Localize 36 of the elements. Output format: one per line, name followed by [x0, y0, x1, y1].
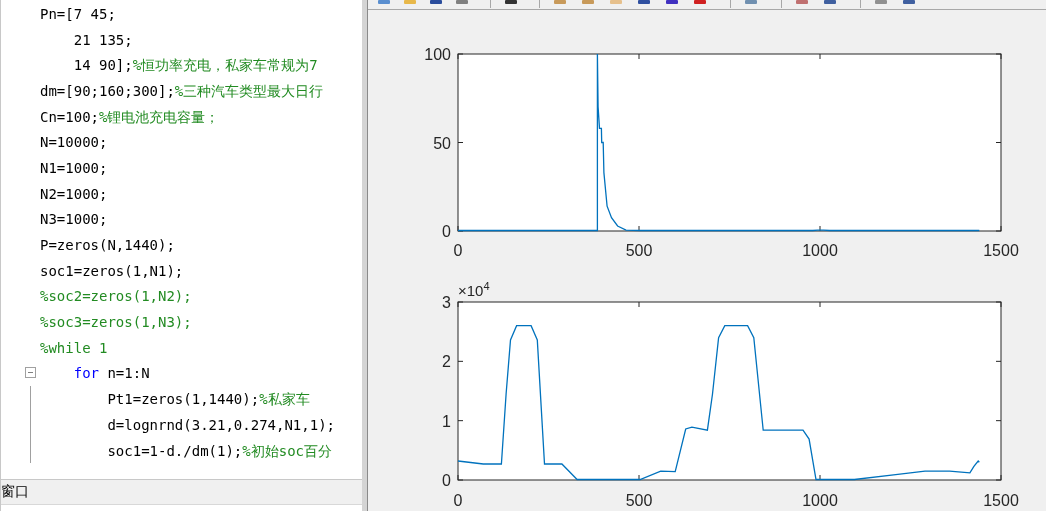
axis-tick-label: 2	[442, 353, 451, 371]
axis-tick-label: 500	[625, 492, 653, 509]
code-line: N3=1000;	[40, 210, 108, 229]
code-line: 21 135;	[72, 30, 133, 49]
axis-tick-label: 50	[433, 134, 451, 152]
axis-tick-label: 1500	[983, 242, 1019, 259]
axis-tick-label: 0	[442, 223, 451, 240]
axis-tick-label: 1500	[983, 492, 1019, 509]
code-line: soc1=zeros(1,N1);	[40, 261, 184, 280]
axis-tick-label: 500	[625, 242, 653, 259]
axis-tick-label: 0	[453, 492, 463, 509]
panel-title[interactable]: 窗口	[1, 483, 29, 501]
code-line: %while 1	[40, 338, 108, 357]
code-line: soc1=1-d./dm(1);%初始soc百分	[106, 441, 332, 460]
axis-tick-label: 1000	[802, 492, 838, 509]
code-line: N1=1000;	[40, 158, 108, 177]
axis-tick-label: 100	[424, 46, 451, 63]
axis-tick-label: 3	[442, 294, 451, 311]
code-line: Cn=100;%锂电池充电容量；	[40, 107, 220, 126]
axis-tick-label: 0	[442, 472, 451, 489]
code-line: 14 90];%恒功率充电，私家车常规为7	[72, 56, 318, 75]
code-line: Pt1=zeros(1,1440);%私家车	[106, 390, 310, 409]
code-line: for n=1:N	[72, 364, 150, 383]
code-line: dm=[90;160;300];%三种汽车类型最大日行	[40, 81, 324, 100]
axis-tick-label: 0	[453, 242, 463, 259]
code-line: N2=1000;	[40, 184, 108, 203]
collapse-icon[interactable]	[25, 366, 36, 378]
code-line: Pn=[7 45;	[40, 4, 116, 23]
code-line: %soc3=zeros(1,N3);	[40, 313, 192, 332]
code-line: N=10000;	[40, 133, 108, 152]
code-line: %soc2=zeros(1,N2);	[40, 287, 192, 306]
axis-tick-label: 1000	[802, 242, 838, 259]
axis-exponent-label: ×10$^{4}$	[458, 279, 490, 300]
code-line: d=lognrnd(3.21,0.274,N1,1);	[106, 415, 335, 434]
axis-tick-label: 1	[442, 412, 451, 430]
code-line: P=zeros(N,1440);	[40, 236, 175, 255]
